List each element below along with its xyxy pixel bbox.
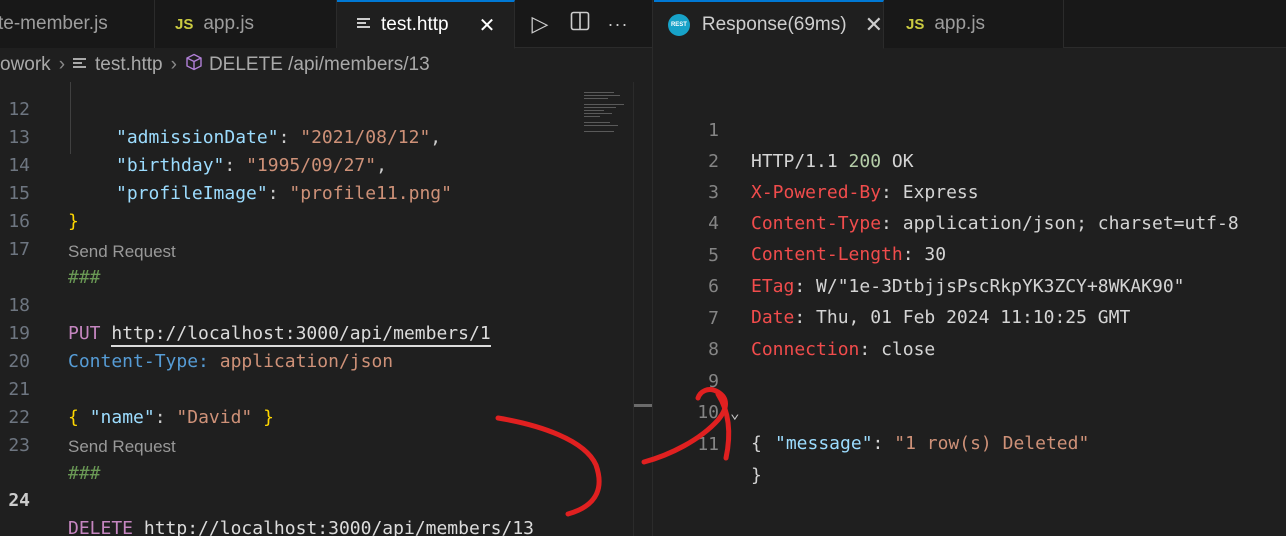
editor-group-right: REST Response(69ms) ✕ JS app.js 1 HTTP/1… xyxy=(654,0,1286,536)
close-icon[interactable]: ✕ xyxy=(865,12,883,38)
code-line: 22 xyxy=(8,407,30,428)
split-editor-button[interactable] xyxy=(562,0,598,48)
tab-response[interactable]: REST Response(69ms) ✕ xyxy=(654,0,884,49)
vertical-scrollbar[interactable] xyxy=(633,82,652,536)
tab-label: app.js xyxy=(934,13,986,34)
response-body-line: 11 } xyxy=(697,434,762,486)
ellipsis-icon: ··· xyxy=(607,13,629,34)
tab-test-http[interactable]: test.http ✕ xyxy=(337,0,515,49)
play-icon: ▷ xyxy=(531,11,549,36)
send-request-codelens[interactable]: Send Request xyxy=(68,437,176,457)
more-actions-button[interactable]: ··· xyxy=(600,0,636,48)
code-line: 16 xyxy=(8,211,30,232)
code-line: 12 "admissionDate": "2021/08/12", xyxy=(8,99,442,148)
response-header-line: 3 Content-Type: application/json; charse… xyxy=(708,182,1239,234)
breadcrumb-symbol[interactable]: DELETE /api/members/13 xyxy=(209,54,430,76)
response-body-line: 10 "message": "1 row(s) Deleted" xyxy=(697,402,1090,454)
code-line: 14 "profileImage": "profile11.png" xyxy=(8,155,452,204)
response-header-line: 2 X-Powered-By: Express xyxy=(708,151,979,203)
code-line: 20 xyxy=(8,351,30,372)
breadcrumb-folder[interactable]: owork xyxy=(0,54,51,76)
response-header-line: 6 Date: Thu, 01 Feb 2024 11:10:25 GMT xyxy=(708,276,1131,328)
response-blank-line: 8 xyxy=(708,339,719,360)
close-icon[interactable]: ✕ xyxy=(479,13,496,38)
code-line: 17 ### xyxy=(8,239,101,288)
file-lines-icon xyxy=(73,54,87,76)
run-button[interactable]: ▷ xyxy=(522,0,558,48)
split-editor-icon xyxy=(570,11,590,37)
response-header-line: 7 Connection: close xyxy=(708,308,936,360)
breadcrumb: owork › test.http › DELETE /api/members/… xyxy=(0,48,652,82)
file-lines-icon xyxy=(357,14,371,36)
response-header-line: 5 ETag: W/"1e-3DtbjjsPscRkpYK3ZCY+8WKAK9… xyxy=(708,245,1185,297)
tab-label: test.http xyxy=(381,14,449,35)
send-request-codelens[interactable]: Send Request xyxy=(68,242,176,262)
editor-group-left: te-member.js JS app.js test.http ✕ ▷ ···… xyxy=(0,0,653,536)
editor-tab-bar: te-member.js JS app.js test.http ✕ ▷ ··· xyxy=(0,0,652,49)
response-status-line: 1 HTTP/1.1 200 OK xyxy=(708,120,914,172)
javascript-icon: JS xyxy=(906,15,925,33)
code-line: 23 ### xyxy=(8,435,101,484)
request-url[interactable]: http://localhost:3000/api/members/13 xyxy=(143,518,535,536)
cube-icon xyxy=(185,53,203,77)
code-line-current: 24 DELETE http://localhost:3000/api/memb… xyxy=(0,459,578,536)
rest-client-icon: REST xyxy=(668,14,690,36)
response-header-line: 4 Content-Length: 30 xyxy=(708,213,947,265)
scrollbar-thumb[interactable] xyxy=(634,404,652,407)
chevron-right-icon: › xyxy=(58,54,66,75)
tab-label: te-member.js xyxy=(0,13,108,34)
chevron-right-icon: › xyxy=(170,54,177,75)
tab-app-js[interactable]: JS app.js xyxy=(884,0,1064,48)
code-line: 13 "birthday": "1995/09/27", xyxy=(8,127,387,176)
editor-tab-bar: REST Response(69ms) ✕ JS app.js xyxy=(654,0,1286,49)
code-editor[interactable]: 12 "admissionDate": "2021/08/12", 13 "bi… xyxy=(0,82,578,536)
code-line: 15 } xyxy=(8,183,79,232)
tab-label: app.js xyxy=(203,13,255,34)
code-line: 19 Content-Type: application/json xyxy=(8,323,394,372)
tab-app-js[interactable]: JS app.js xyxy=(155,0,337,48)
response-body-line: 9 ⌄ { xyxy=(708,371,762,454)
code-line: 18 PUT http://localhost:3000/api/members… xyxy=(0,264,578,347)
code-line: 21 { "name": "David" } xyxy=(8,379,274,428)
indent-guide xyxy=(70,82,71,154)
minimap[interactable] xyxy=(578,82,633,536)
tab-te-member-js[interactable]: te-member.js xyxy=(0,0,155,48)
javascript-icon: JS xyxy=(175,15,194,33)
breadcrumb-file[interactable]: test.http xyxy=(95,54,163,76)
tab-label: Response(69ms) xyxy=(701,14,847,35)
